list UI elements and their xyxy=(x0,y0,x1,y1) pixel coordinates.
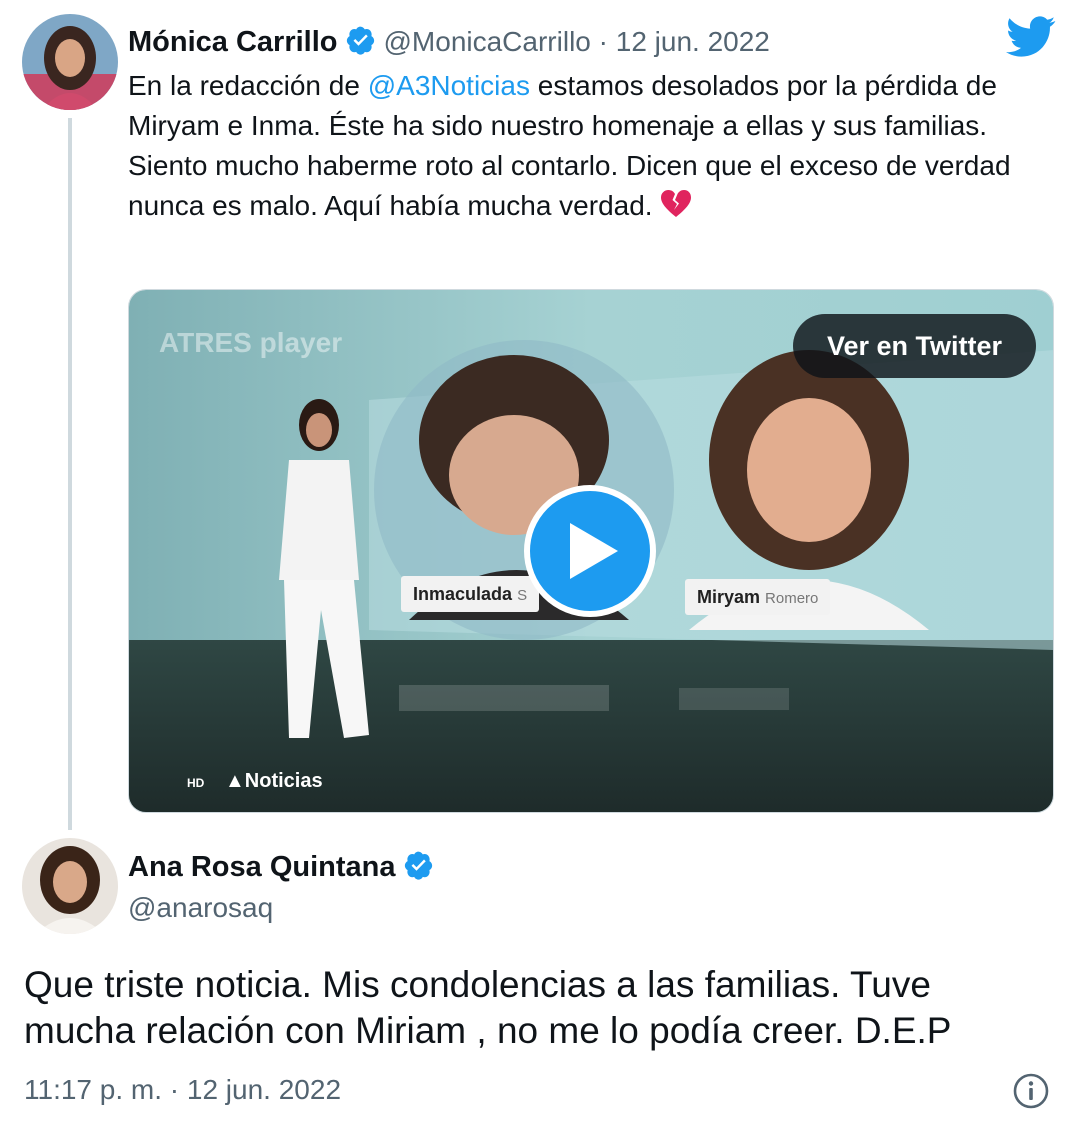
verified-badge-icon xyxy=(404,850,434,885)
antena3-logo-icon: ▲ xyxy=(225,770,245,792)
info-icon[interactable] xyxy=(1012,1072,1050,1115)
label-miryam-extra: Romero xyxy=(765,590,819,607)
play-icon xyxy=(570,523,618,579)
video-player[interactable]: ATRES player Inmaculada S Miryam Romero … xyxy=(128,289,1054,813)
tweet1-text-part1: En la redacción de xyxy=(128,70,368,101)
lower-third-inmaculada: Inmaculada S xyxy=(401,576,540,612)
mention-link[interactable]: @A3Noticias xyxy=(368,70,530,101)
channel-name: Noticias xyxy=(244,770,323,792)
view-on-twitter-button[interactable]: Ver en Twitter xyxy=(792,314,1036,378)
tweet2-header: Ana Rosa Quintana xyxy=(128,847,434,887)
verified-badge-icon xyxy=(346,25,376,60)
channel-logo: ▲Noticias xyxy=(225,770,323,793)
tweet2-timestamp[interactable]: 11:17 p. m. · 12 jun. 2022 xyxy=(24,1074,341,1106)
label-miryam: Miryam xyxy=(697,587,761,607)
twitter-bird-icon[interactable] xyxy=(1006,16,1056,63)
avatar-monica-carrillo[interactable] xyxy=(22,14,118,110)
label-inmaculada-extra: S xyxy=(517,587,528,604)
tweet1-text-line2: Siento mucho haberme roto al contarlo. D… xyxy=(128,150,1011,221)
tweet2-handle[interactable]: @anarosaq xyxy=(128,892,273,924)
atres-player-watermark: ATRES player xyxy=(159,327,343,358)
play-button[interactable] xyxy=(524,485,656,617)
hd-badge: HD xyxy=(187,776,205,790)
tweet1-handle-date[interactable]: @MonicaCarrillo · 12 jun. 2022 xyxy=(384,26,770,58)
tweet2-author-name[interactable]: Ana Rosa Quintana xyxy=(128,851,396,884)
tweet2-body: Que triste noticia. Mis condolencias a l… xyxy=(24,964,952,1051)
lower-third-miryam: Miryam Romero xyxy=(685,579,831,615)
tweet1-body: En la redacción de @A3Noticias estamos d… xyxy=(128,66,1058,230)
broken-heart-icon xyxy=(660,189,692,230)
tweet1-header: Mónica Carrillo @MonicaCarrillo · 12 jun… xyxy=(128,22,770,62)
tweet1-author-name[interactable]: Mónica Carrillo xyxy=(128,26,338,59)
label-inmaculada: Inmaculada xyxy=(413,584,513,604)
avatar-ana-rosa-quintana[interactable] xyxy=(22,838,118,934)
thread-connector-line xyxy=(68,118,72,830)
